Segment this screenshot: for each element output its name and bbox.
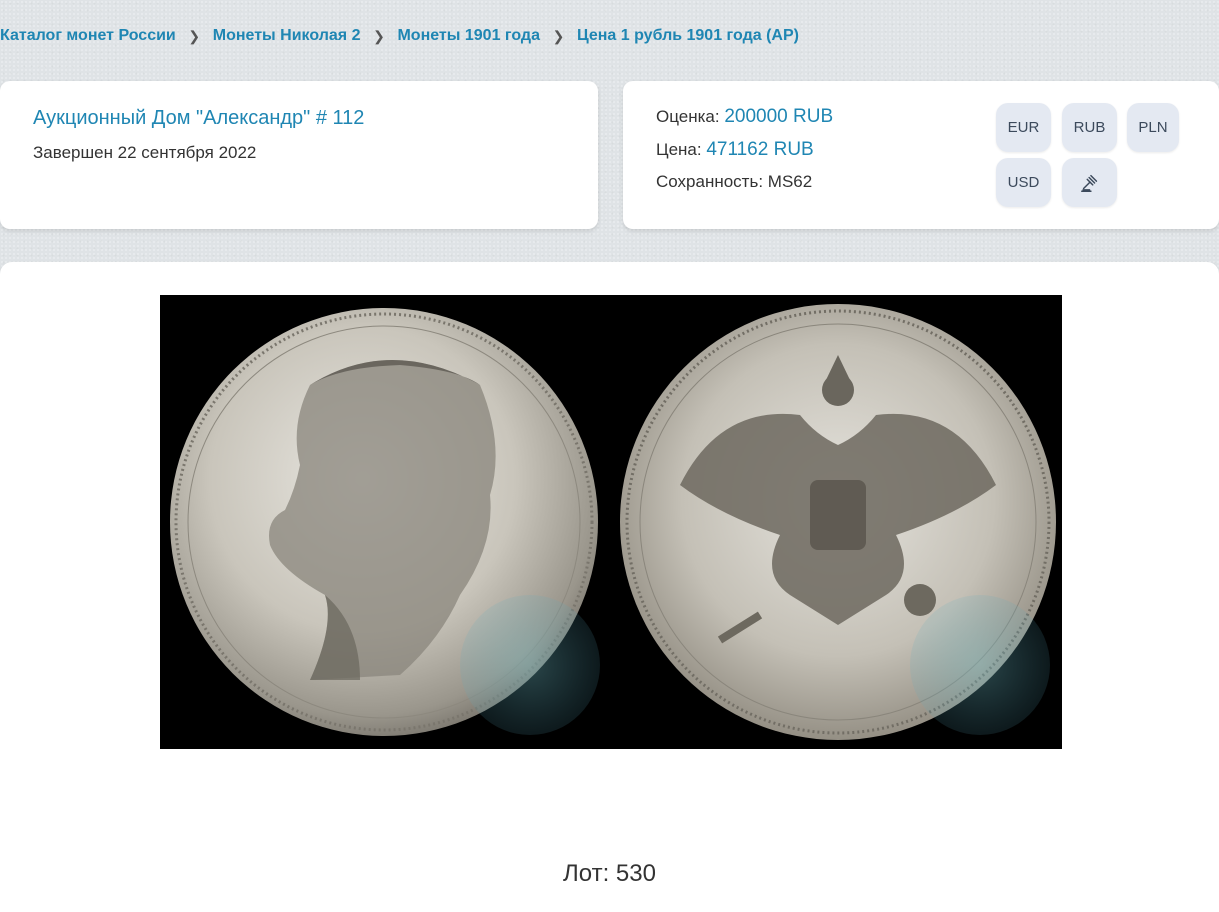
chevron-right-icon: ❯ bbox=[552, 27, 565, 44]
auction-title-link[interactable]: Аукционный Дом "Александр" # 112 bbox=[33, 107, 364, 130]
breadcrumb-link-catalog[interactable]: Каталог монет России bbox=[0, 27, 176, 45]
breadcrumb-link-nicholas2[interactable]: Монеты Николая 2 bbox=[213, 27, 361, 45]
grade-value: MS62 bbox=[767, 172, 813, 191]
grade-row: Сохранность: MS62 bbox=[656, 172, 812, 192]
watermark-logo bbox=[460, 595, 600, 735]
chevron-right-icon: ❯ bbox=[188, 27, 201, 44]
coin-illustration bbox=[170, 304, 1056, 740]
watermark-logo bbox=[910, 595, 1050, 735]
lot-number: Лот: 530 bbox=[563, 860, 656, 887]
breadcrumb: Каталог монет России ❯ Монеты Николая 2 … bbox=[0, 24, 799, 48]
price-value: 471162 RUB bbox=[706, 139, 814, 160]
currency-rub-button[interactable]: RUB bbox=[1062, 103, 1117, 152]
currency-eur-button[interactable]: EUR bbox=[996, 103, 1051, 152]
price-row: Цена: 471162 RUB bbox=[656, 139, 814, 161]
estimate-label: Оценка: bbox=[656, 107, 725, 126]
auction-gavel-button[interactable] bbox=[1062, 158, 1117, 207]
coin-photo[interactable] bbox=[160, 295, 1062, 749]
gavel-icon bbox=[1080, 174, 1097, 192]
breadcrumb-link-current[interactable]: Цена 1 рубль 1901 года (АР) bbox=[577, 27, 799, 45]
estimate-value: 200000 RUB bbox=[724, 106, 834, 127]
estimate-row: Оценка: 200000 RUB bbox=[656, 106, 833, 128]
grade-label: Сохранность: bbox=[656, 172, 768, 191]
price-label: Цена: bbox=[656, 140, 707, 159]
chevron-right-icon: ❯ bbox=[373, 27, 385, 44]
breadcrumb-link-1901[interactable]: Монеты 1901 года bbox=[397, 27, 540, 45]
currency-pln-button[interactable]: PLN bbox=[1127, 103, 1179, 152]
currency-usd-button[interactable]: USD bbox=[996, 158, 1051, 207]
auction-status: Завершен 22 сентября 2022 bbox=[33, 143, 257, 162]
